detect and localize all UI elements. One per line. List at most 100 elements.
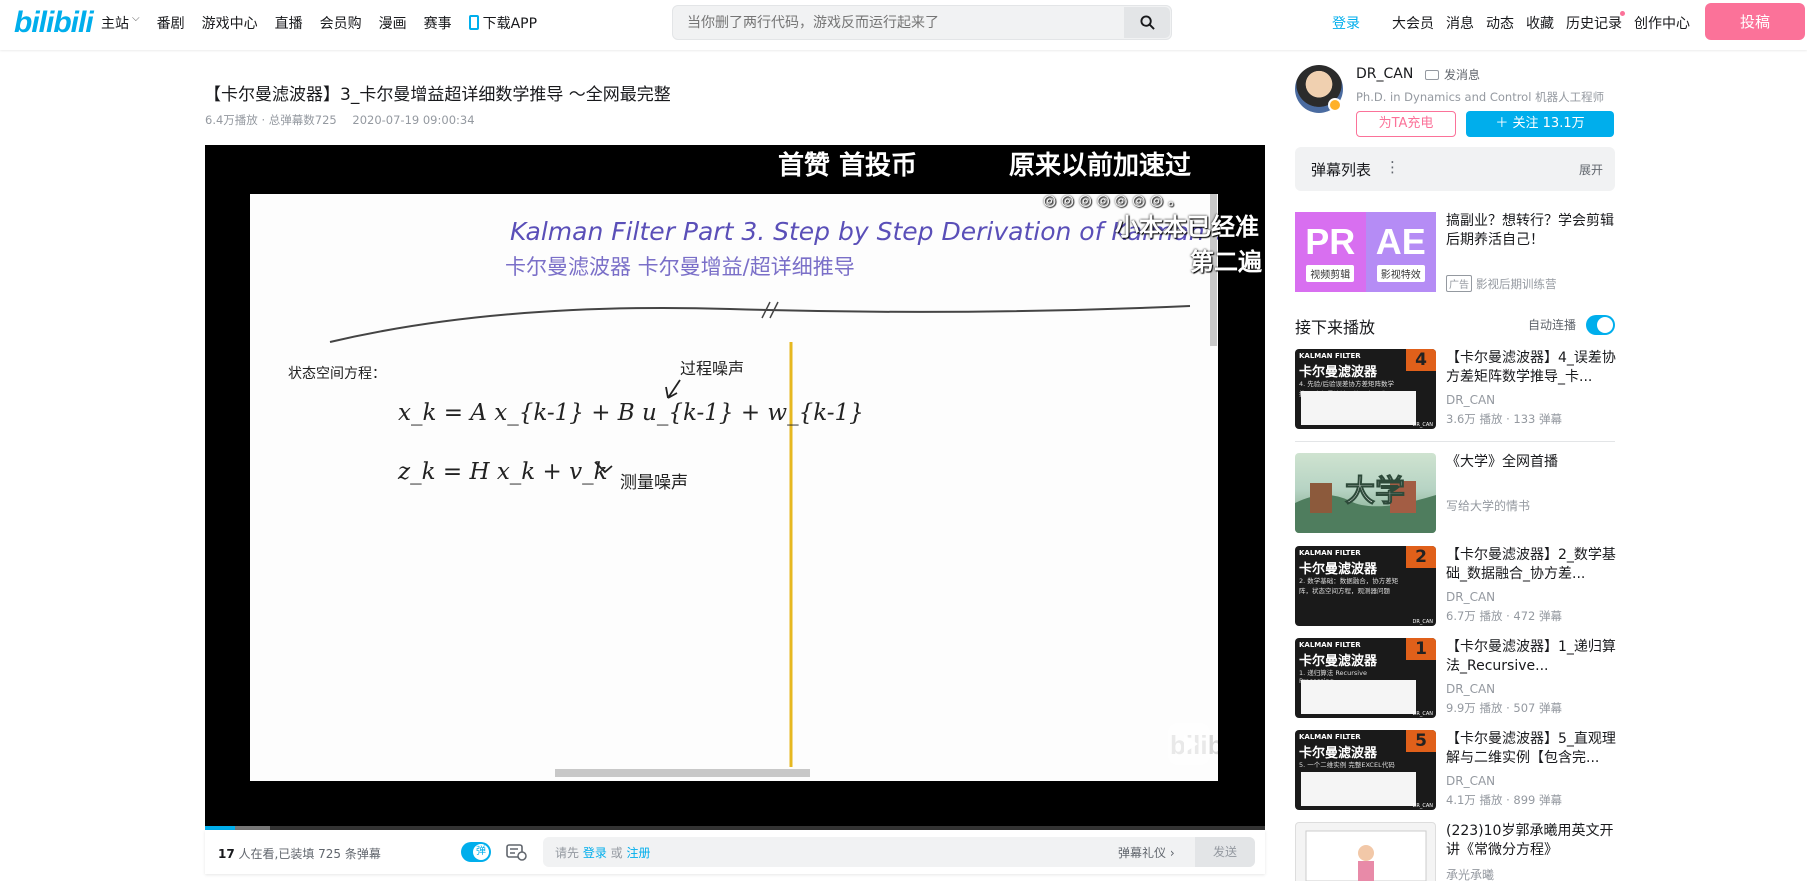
- thumb-brand: KALMAN FILTER: [1299, 641, 1361, 649]
- verified-badge-icon: [1328, 98, 1342, 112]
- recommendation-title[interactable]: 《大学》全网首播: [1446, 453, 1616, 472]
- nav-item-main[interactable]: 主站: [101, 13, 129, 33]
- nav-item-live[interactable]: 直播: [275, 13, 303, 33]
- play-icon[interactable]: [1168, 723, 1210, 765]
- recommendation-thumbnail[interactable]: KALMAN FILTER 卡尔曼滤波器 1 1. 递归算法 Recursive…: [1295, 638, 1436, 718]
- ad-pr-text: PR: [1305, 220, 1356, 262]
- danmaku-total: · 总弹幕数725: [261, 113, 337, 127]
- more-icon[interactable]: ⋮: [1385, 158, 1400, 176]
- thumb-episode-number: 4: [1406, 349, 1436, 371]
- recommendation-thumbnail[interactable]: KALMAN FILTER 卡尔曼滤波器 4 4. 先验/后验误差协方差矩阵数学…: [1295, 349, 1436, 429]
- thumb-subtitle: 2. 数学基础：数据融合，协方差矩阵，状态空间方程，观测器问题: [1299, 577, 1399, 595]
- viewer-text: 人在看,已装填 725 条弹幕: [234, 847, 381, 861]
- uploader-name[interactable]: DR_CAN: [1356, 66, 1413, 82]
- header-link-vip[interactable]: 大会员: [1392, 13, 1434, 33]
- danmaku-comment-4: 第二遍: [1190, 248, 1262, 276]
- recommendation-item[interactable]: KALMAN FILTER 卡尔曼滤波器 2 2. 数学基础：数据融合，协方差矩…: [1295, 546, 1616, 626]
- danmaku-input[interactable]: 请先 登录 或 注册 弹幕礼仪 › 发送: [543, 837, 1255, 867]
- recommendation-stats: 9.9万 播放 · 507 弹幕: [1446, 701, 1563, 715]
- recommendation-title[interactable]: (223)10岁郭承曦用英文开讲《常微分方程》: [1446, 822, 1615, 860]
- danmaku-toggle[interactable]: 弹: [461, 842, 491, 862]
- autoplay-switch[interactable]: [1586, 315, 1615, 335]
- nav-item-esports[interactable]: 赛事: [424, 13, 452, 33]
- danmaku-settings-icon[interactable]: [506, 843, 528, 861]
- danmaku-list-panel[interactable]: 弹幕列表 ⋮ 展开: [1295, 147, 1615, 191]
- download-app-label: 下载APP: [482, 16, 538, 32]
- upload-button[interactable]: 投稿: [1705, 3, 1805, 40]
- nav-item-game-center[interactable]: 游戏中心: [202, 13, 258, 33]
- recommendation-item[interactable]: KALMAN FILTER 卡尔曼滤波器 1 1. 递归算法 Recursive…: [1295, 638, 1616, 718]
- thumb-episode-number: 2: [1406, 546, 1436, 568]
- nav-item-shop[interactable]: 会员购: [320, 13, 362, 33]
- thumb-author: DR_CAN: [1412, 422, 1433, 428]
- search-box: [672, 5, 1172, 40]
- thumb-author: DR_CAN: [1412, 803, 1433, 809]
- nav-item-anime[interactable]: 番剧: [157, 13, 185, 33]
- thumb-univ-text: 大学: [1345, 474, 1405, 509]
- recommendation-thumbnail[interactable]: KALMAN FILTER 卡尔曼滤波器 5 5. 一个二维实例 完整EXCEL…: [1295, 730, 1436, 810]
- search-icon: [1139, 15, 1155, 30]
- viewer-count: 17: [218, 847, 235, 861]
- hint-login-link[interactable]: 登录: [583, 846, 607, 860]
- ad-ae-text: AE: [1375, 220, 1426, 262]
- recommendation-thumbnail[interactable]: [1295, 822, 1436, 881]
- autoplay-label: 自动连播: [1528, 318, 1577, 332]
- recommendation-uploader[interactable]: 写给大学的情书: [1446, 497, 1530, 514]
- danmaku-input-hint: 请先 登录 或 注册: [555, 844, 651, 861]
- hint-register-link[interactable]: 注册: [626, 846, 650, 860]
- thumb-episode-number: 5: [1406, 730, 1436, 752]
- board-equation-1: x_k = A x_{k-1} + B u_{k-1} + w_{k-1}: [398, 400, 864, 426]
- header-link-messages[interactable]: 消息: [1446, 13, 1474, 33]
- thumb-brand: KALMAN FILTER: [1299, 352, 1361, 360]
- recommendation-title[interactable]: 【卡尔曼滤波器】2_数学基础_数据融合_协方差...: [1446, 546, 1616, 584]
- header-link-history[interactable]: 历史记录: [1566, 11, 1625, 33]
- thumb-paper: [1301, 772, 1416, 806]
- recommendation-title[interactable]: 【卡尔曼滤波器】1_递归算法_Recursive...: [1446, 638, 1616, 676]
- recommendation-stats: 6.7万 播放 · 472 弹幕: [1446, 609, 1563, 623]
- header-link-favorites[interactable]: 收藏: [1526, 13, 1554, 33]
- ad-thumbnail[interactable]: PR 视频剪辑 AE 影视特效: [1295, 212, 1436, 292]
- board-state-label: 状态空间方程：: [288, 366, 386, 382]
- recommendation-item[interactable]: 大学 《大学》全网首播 写给大学的情书: [1295, 453, 1615, 533]
- recommendation-title[interactable]: 【卡尔曼滤波器】4_误差协方差矩阵数学推导_卡...: [1446, 349, 1616, 387]
- recommendation-item[interactable]: (223)10岁郭承曦用英文开讲《常微分方程》 承光承曦: [1295, 822, 1615, 881]
- recommendation-uploader[interactable]: DR_CAN: [1446, 774, 1495, 788]
- ad-source[interactable]: 影视后期训练营: [1476, 277, 1557, 291]
- nav-item-download-app[interactable]: 下载APP: [468, 13, 538, 33]
- recommendation-uploader[interactable]: DR_CAN: [1446, 682, 1495, 696]
- login-link[interactable]: 登录: [1332, 13, 1360, 33]
- charge-button[interactable]: 为TA充电: [1356, 111, 1456, 137]
- danmaku-comment-2: 原来以前加速过: [1009, 151, 1192, 181]
- recommendation-item[interactable]: KALMAN FILTER 卡尔曼滤波器 5 5. 一个二维实例 完整EXCEL…: [1295, 730, 1616, 810]
- recommendation-item[interactable]: KALMAN FILTER 卡尔曼滤波器 4 4. 先验/后验误差协方差矩阵数学…: [1295, 349, 1616, 429]
- bilibili-logo[interactable]: bilibili: [14, 6, 94, 40]
- recommendation-thumbnail[interactable]: KALMAN FILTER 卡尔曼滤波器 2 2. 数学基础：数据融合，协方差矩…: [1295, 546, 1436, 626]
- danmaku-etiquette-link[interactable]: 弹幕礼仪 ›: [1118, 844, 1175, 861]
- recommendation-uploader[interactable]: DR_CAN: [1446, 590, 1495, 604]
- header-link-dynamics[interactable]: 动态: [1486, 13, 1514, 33]
- recommendation-thumbnail[interactable]: 大学: [1295, 453, 1436, 533]
- recommendation-stats: 4.1万 播放 · 899 弹幕: [1446, 793, 1563, 807]
- send-message-link[interactable]: 发消息: [1425, 66, 1480, 83]
- follow-button[interactable]: ＋ 关注 13.1万: [1466, 111, 1614, 137]
- play-count: 6.4万播放: [205, 113, 258, 127]
- ad-title[interactable]: 搞副业？想转行？学会剪辑后期养活自己！: [1446, 212, 1616, 250]
- ad-pr-tile: PR 视频剪辑: [1295, 212, 1366, 292]
- chevron-down-icon[interactable]: ⌵: [132, 13, 140, 33]
- video-player[interactable]: Kalman Filter Part 3. Step by Step Deriv…: [205, 145, 1265, 828]
- nav-item-manga[interactable]: 漫画: [379, 13, 407, 33]
- recommendation-title[interactable]: 【卡尔曼滤波器】5_直观理解与二维实例【包含完...: [1446, 730, 1616, 768]
- board-title: Kalman Filter Part 3. Step by Step Deriv…: [510, 217, 1218, 246]
- search-input[interactable]: [687, 13, 1107, 33]
- recommendation-uploader[interactable]: DR_CAN: [1446, 393, 1495, 407]
- header-link-creator-center[interactable]: 创作中心: [1634, 13, 1690, 33]
- expand-button[interactable]: 展开: [1579, 161, 1603, 178]
- ad-pr-label: 视频剪辑: [1306, 264, 1355, 282]
- send-danmaku-button[interactable]: 发送: [1195, 837, 1255, 867]
- board-note-measure-noise: 测量噪声: [620, 473, 688, 493]
- uploader-description: Ph.D. in Dynamics and Control 机器人工程师: [1356, 90, 1605, 104]
- thumb-author: DR_CAN: [1412, 711, 1433, 717]
- whiteboard-drawing: Kalman Filter Part 3. Step by Step Deriv…: [288, 194, 1218, 777]
- recommendation-uploader[interactable]: 承光承曦: [1446, 866, 1494, 881]
- search-button[interactable]: [1124, 7, 1170, 38]
